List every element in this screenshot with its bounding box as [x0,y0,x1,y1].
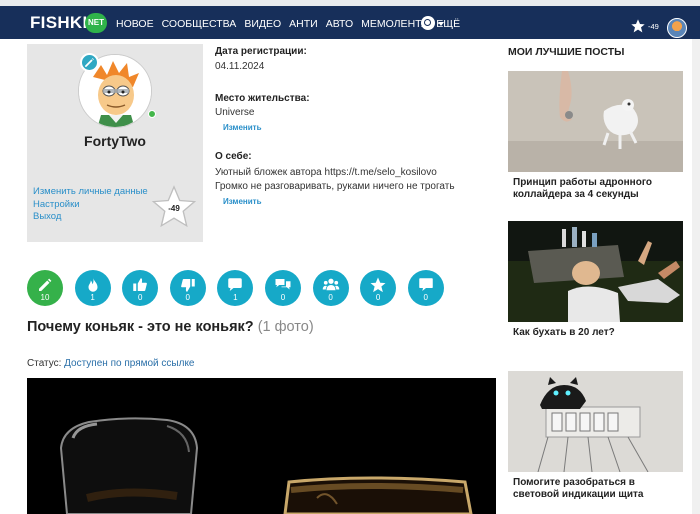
stat-messages-count: 0 [423,293,428,302]
online-status-indicator [148,110,156,118]
stat-comments-count: 1 [233,293,238,302]
about-label: О себе: [215,151,252,162]
cognac-glasses-image [27,378,496,514]
fire-icon [88,277,98,292]
profile-rating-value: -49 [168,204,180,213]
post-photo-count: (1 фото) [257,319,314,335]
stat-hot[interactable]: 1 [74,270,111,306]
main-menu: НОВОЕ СООБЩЕСТВА ВИДЕО АНТИ АВТО МЕМОЛЕН… [116,18,460,30]
menu-item-memolenta[interactable]: МЕМОЛЕНТА [361,18,428,30]
nav-rating-value: -49 [648,22,659,31]
sidebar-post-image-1[interactable] [508,71,683,172]
menu-item-new[interactable]: НОВОЕ [116,18,154,30]
edit-location-link[interactable]: Изменить [223,123,261,132]
profile-username: FortyTwo [84,133,146,149]
stat-posts[interactable]: 10 [27,270,63,306]
message-icon [419,278,433,291]
stat-posts-count: 10 [40,293,50,302]
stat-likes-count: 0 [137,293,143,302]
post-status: Статус: Доступен по прямой ссылке [27,358,195,369]
profile-links: Изменить личные данные Настройки Выход [33,186,148,223]
edit-avatar-icon[interactable] [80,53,99,72]
thumbs-up-icon [133,278,148,291]
edit-about-link[interactable]: Изменить [223,197,261,206]
rating-star-icon[interactable] [630,18,646,34]
stat-likes[interactable]: 0 [122,270,159,306]
electrical-panel-thumbnail [508,371,683,472]
search-icon[interactable] [421,16,435,30]
location-value: Universe [215,107,255,118]
thumbs-down-icon [180,279,195,292]
stat-discussions-count: 0 [280,293,286,302]
chevron-down-icon[interactable] [438,22,444,26]
top-navigation-bar: FISHKI NET НОВОЕ СООБЩЕСТВА ВИДЕО АНТИ А… [0,6,700,39]
stat-comments[interactable]: 1 [217,270,254,306]
menu-item-anti[interactable]: АНТИ [289,18,318,30]
about-line-1: Уютный бложек автора https://t.me/selo_k… [215,167,437,178]
stat-hot-count: 1 [90,293,95,302]
profile-card: FortyTwo Изменить личные данные Настройк… [27,44,203,242]
sidebar-post-image-2[interactable] [508,221,683,322]
location-label: Место жительства: [215,93,310,104]
logout-link[interactable]: Выход [33,211,148,223]
page-scrollbar[interactable] [692,39,700,514]
stat-subscribers[interactable]: 0 [312,270,349,306]
profile-stats: 10 1 0 0 1 0 0 0 0 [27,270,444,306]
edit-profile-link[interactable]: Изменить личные данные [33,186,148,198]
post-main-image[interactable] [27,378,496,514]
collider-gif-thumbnail [508,71,683,172]
comment-icon [228,278,243,291]
comments-icon [275,279,291,290]
sidebar-post-title-3[interactable]: Помогите разобраться в световой индикаци… [513,477,683,501]
site-logo-badge[interactable]: NET [85,13,107,33]
users-icon [322,278,339,291]
registration-date-label: Дата регистрации: [215,46,307,57]
sidebar-post-image-3[interactable] [508,371,683,472]
site-logo[interactable]: FISHKI [30,13,88,33]
stat-discussions[interactable]: 0 [264,270,301,306]
settings-link[interactable]: Настройки [33,199,148,211]
post-title-text[interactable]: Почему коньяк - это не коньяк? [27,319,254,335]
menu-item-communities[interactable]: СООБЩЕСТВА [162,18,237,30]
sidebar-heading: МОИ ЛУЧШИЕ ПОСТЫ [508,46,625,58]
stat-subscribers-count: 0 [328,293,333,302]
star-icon [370,277,386,293]
menu-item-video[interactable]: ВИДЕО [244,18,281,30]
stat-favorites-count: 0 [375,293,381,302]
stat-dislikes-count: 0 [185,293,190,302]
stat-dislikes[interactable]: 0 [169,270,206,306]
stat-favorites[interactable]: 0 [360,270,397,306]
stat-messages[interactable]: 0 [407,270,444,306]
party-photo-thumbnail [508,221,683,322]
registration-date-value: 04.11.2024 [215,61,265,72]
post-status-label: Статус: [27,358,62,369]
nav-user-avatar[interactable] [667,18,687,38]
sidebar-post-title-1[interactable]: Принцип работы адронного коллайдера за 4… [513,177,683,201]
post-title[interactable]: Почему коньяк - это не коньяк? (1 фото) [27,319,314,335]
sidebar-post-title-2[interactable]: Как бухать в 20 лет? [513,327,683,339]
menu-item-auto[interactable]: АВТО [326,18,353,30]
pencil-icon [39,278,52,291]
post-status-value[interactable]: Доступен по прямой ссылке [64,358,194,369]
about-line-2: Громко не разговаривать, руками ничего н… [215,181,455,192]
